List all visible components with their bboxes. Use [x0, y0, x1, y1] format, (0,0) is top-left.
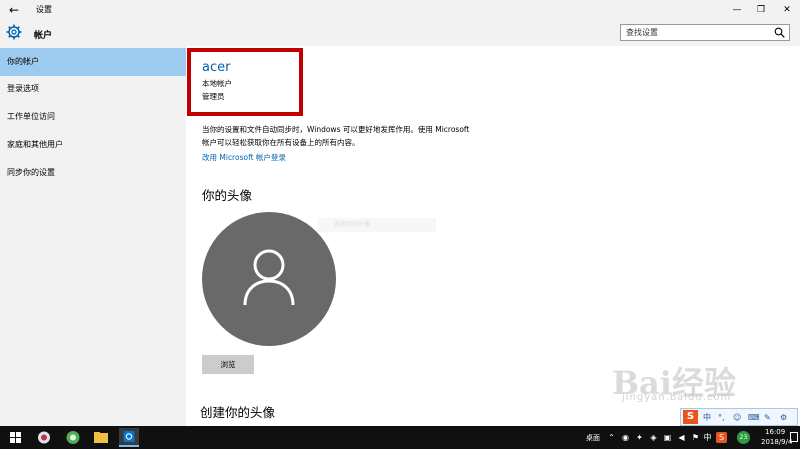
account-description: 当你的设置和文件自动同步时，Windows 可以更好地发挥作用。使用 Micro…: [202, 125, 470, 147]
ime-toolbar[interactable]: S 中 °, ☺ ⌨ ✎ ⚙: [680, 408, 798, 426]
browser-app-icon[interactable]: [34, 428, 54, 447]
settings-header: 帐户: [0, 20, 800, 46]
sidebar-item-work-access[interactable]: 工作单位访问: [0, 103, 186, 131]
settings-app-icon[interactable]: [119, 428, 139, 447]
back-button[interactable]: ←: [6, 2, 22, 18]
desktop-label[interactable]: 桌面: [586, 433, 600, 443]
sidebar-item-sync-settings[interactable]: 同步你的设置: [0, 159, 186, 187]
file-explorer-icon[interactable]: [91, 428, 111, 447]
title-bar: ← 设置 — ❐ ✕: [0, 0, 800, 20]
ime-settings-icon[interactable]: ⚙: [780, 411, 787, 424]
sidebar-item-family-users[interactable]: 家庭和其他用户: [0, 131, 186, 159]
browser-360-icon[interactable]: [63, 428, 83, 447]
notification-center-icon[interactable]: [790, 432, 798, 442]
search-box[interactable]: [620, 24, 790, 41]
close-button[interactable]: ✕: [774, 0, 800, 20]
microsoft-signin-link[interactable]: 改用 Microsoft 帐户登录: [202, 152, 286, 163]
ime-mode-icon[interactable]: 中: [703, 411, 711, 424]
watermark-url: jingyan.baidu.com: [622, 392, 732, 403]
volume-icon[interactable]: ◀: [676, 432, 687, 443]
tray-app2-icon[interactable]: ✦: [634, 432, 645, 443]
user-name: acer: [202, 60, 231, 75]
tray-app3-icon[interactable]: ◈: [648, 432, 659, 443]
search-icon[interactable]: [774, 27, 785, 38]
taskbar: 桌面 ⌃ ◉ ✦ ◈ ▣ ◀ ⚑ 中 S 23 16:09 2018/9/4: [0, 426, 800, 449]
tray-app-icon[interactable]: ◉: [620, 432, 631, 443]
create-avatar-heading: 创建你的头像: [200, 405, 276, 420]
sidebar: 你的帐户 登录选项 工作单位访问 家庭和其他用户 同步你的设置: [0, 46, 186, 426]
browse-button[interactable]: 浏览: [202, 355, 254, 374]
windows-start-icon[interactable]: [10, 432, 21, 443]
account-role: 管理员: [202, 92, 225, 101]
avatar: [202, 212, 336, 346]
account-type: 本地帐户: [202, 79, 232, 88]
tray-badge[interactable]: 23: [737, 431, 750, 444]
sidebar-item-your-account[interactable]: 你的帐户: [0, 48, 186, 76]
ime-pen-icon[interactable]: ✎: [764, 411, 771, 424]
window-title: 设置: [36, 5, 52, 14]
clock-time[interactable]: 16:09: [765, 428, 785, 436]
flag-icon[interactable]: ⚑: [690, 432, 701, 443]
baidu-watermark: Bai经验 jingyan.baidu.com: [612, 358, 792, 410]
faint-tooltip: 选择你的头像: [318, 218, 436, 232]
sogou-tray-icon[interactable]: S: [716, 432, 727, 443]
clock-date[interactable]: 2018/9/4: [761, 438, 792, 446]
ime-emoji-icon[interactable]: ☺: [733, 411, 741, 424]
maximize-button[interactable]: ❐: [748, 0, 774, 20]
avatar-heading: 你的头像: [202, 188, 253, 203]
gear-icon: [6, 24, 22, 40]
sogou-logo-icon[interactable]: S: [683, 410, 698, 424]
tray-ime-indicator[interactable]: 中: [702, 432, 713, 443]
sidebar-item-sign-in-options[interactable]: 登录选项: [0, 75, 186, 103]
search-input[interactable]: [621, 25, 771, 40]
network-icon[interactable]: ▣: [662, 432, 673, 443]
ime-punct-icon[interactable]: °,: [718, 411, 725, 424]
user-icon: [243, 249, 295, 306]
section-title: 帐户: [34, 31, 53, 41]
ime-keyboard-icon[interactable]: ⌨: [748, 411, 760, 424]
minimize-button[interactable]: —: [724, 0, 750, 20]
tray-expand-icon[interactable]: ⌃: [606, 432, 617, 443]
